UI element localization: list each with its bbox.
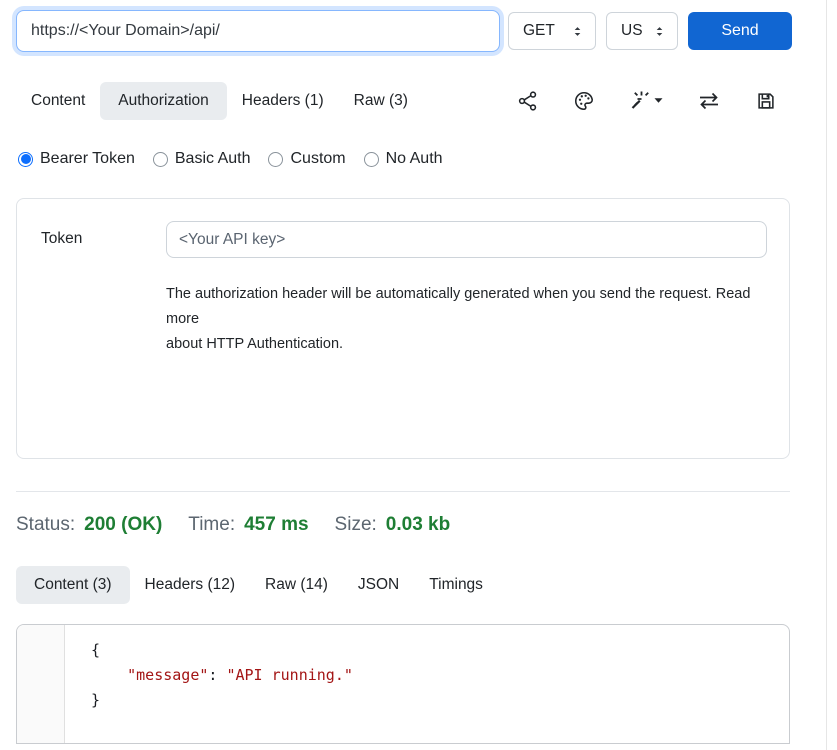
request-tabs: Content Authorization Headers (1) Raw (3…	[0, 82, 837, 120]
status-label: Status:	[16, 514, 75, 536]
radio-basic-auth[interactable]: Basic Auth	[153, 150, 251, 168]
radio-selected-icon	[18, 152, 33, 167]
status-pair: Status: 200 (OK)	[16, 514, 162, 536]
auth-panel: Token The authorization header will be a…	[16, 198, 790, 459]
method-select-value: GET	[523, 22, 555, 40]
tab-response-timings[interactable]: Timings	[414, 566, 498, 604]
code-text	[91, 666, 127, 684]
radio-label: Custom	[290, 150, 345, 168]
save-icon[interactable]	[755, 90, 777, 112]
radio-icon	[268, 152, 283, 167]
tab-authorization[interactable]: Authorization	[100, 82, 226, 120]
method-select[interactable]: GET	[508, 12, 596, 50]
code-text: {	[91, 641, 100, 659]
unfold-icon	[570, 24, 585, 39]
swap-arrows-icon[interactable]	[697, 90, 721, 112]
tab-response-content[interactable]: Content (3)	[16, 566, 130, 604]
auth-help-line1: The authorization header will be automat…	[166, 282, 767, 332]
time-value: 457 ms	[244, 514, 308, 536]
code-gutter	[17, 625, 65, 743]
unfold-icon	[652, 24, 667, 39]
section-divider	[16, 491, 790, 492]
request-bar: GET US Send	[0, 0, 837, 52]
radio-label: Bearer Token	[40, 150, 135, 168]
tab-content[interactable]: Content	[16, 82, 100, 120]
tab-response-headers[interactable]: Headers (12)	[130, 566, 250, 604]
radio-label: No Auth	[386, 150, 443, 168]
toolbar	[517, 90, 821, 112]
size-value: 0.03 kb	[386, 514, 450, 536]
token-input[interactable]	[166, 221, 767, 258]
radio-bearer-token[interactable]: Bearer Token	[18, 150, 135, 168]
response-json-code[interactable]: { "message": "API running." }	[65, 625, 789, 743]
code-line: }	[91, 688, 789, 713]
region-select[interactable]: US	[606, 12, 678, 50]
auth-help-line2: about HTTP Authentication.	[166, 332, 767, 357]
tab-response-json[interactable]: JSON	[343, 566, 414, 604]
region-select-value: US	[621, 22, 643, 40]
radio-icon	[364, 152, 379, 167]
scrollbar-track[interactable]	[826, 0, 827, 750]
code-line: {	[91, 638, 789, 663]
code-json-key: "message"	[127, 666, 208, 684]
code-text: :	[208, 666, 226, 684]
size-label: Size:	[335, 514, 377, 536]
code-line: "message": "API running."	[91, 663, 789, 688]
code-text: }	[91, 691, 100, 709]
tab-raw[interactable]: Raw (3)	[339, 82, 423, 120]
response-tabs: Content (3) Headers (12) Raw (14) JSON T…	[0, 566, 837, 604]
auth-type-options: Bearer Token Basic Auth Custom No Auth	[0, 150, 837, 168]
token-label: Token	[41, 221, 166, 458]
url-input[interactable]	[16, 10, 500, 52]
radio-no-auth[interactable]: No Auth	[364, 150, 443, 168]
size-pair: Size: 0.03 kb	[335, 514, 451, 536]
status-value: 200 (OK)	[84, 514, 162, 536]
magic-wand-icon[interactable]	[629, 90, 663, 112]
palette-icon[interactable]	[573, 90, 595, 112]
time-pair: Time: 457 ms	[188, 514, 308, 536]
response-summary: Status: 200 (OK) Time: 457 ms Size: 0.03…	[0, 514, 837, 536]
tab-headers[interactable]: Headers (1)	[227, 82, 339, 120]
response-body-viewer[interactable]: { "message": "API running." }	[16, 624, 790, 744]
time-label: Time:	[188, 514, 235, 536]
radio-icon	[153, 152, 168, 167]
send-button[interactable]: Send	[688, 12, 792, 50]
auth-help-text: The authorization header will be automat…	[166, 282, 767, 357]
share-icon[interactable]	[517, 90, 539, 112]
tab-response-raw[interactable]: Raw (14)	[250, 566, 343, 604]
radio-label: Basic Auth	[175, 150, 251, 168]
code-json-value: "API running."	[226, 666, 352, 684]
radio-custom[interactable]: Custom	[268, 150, 345, 168]
